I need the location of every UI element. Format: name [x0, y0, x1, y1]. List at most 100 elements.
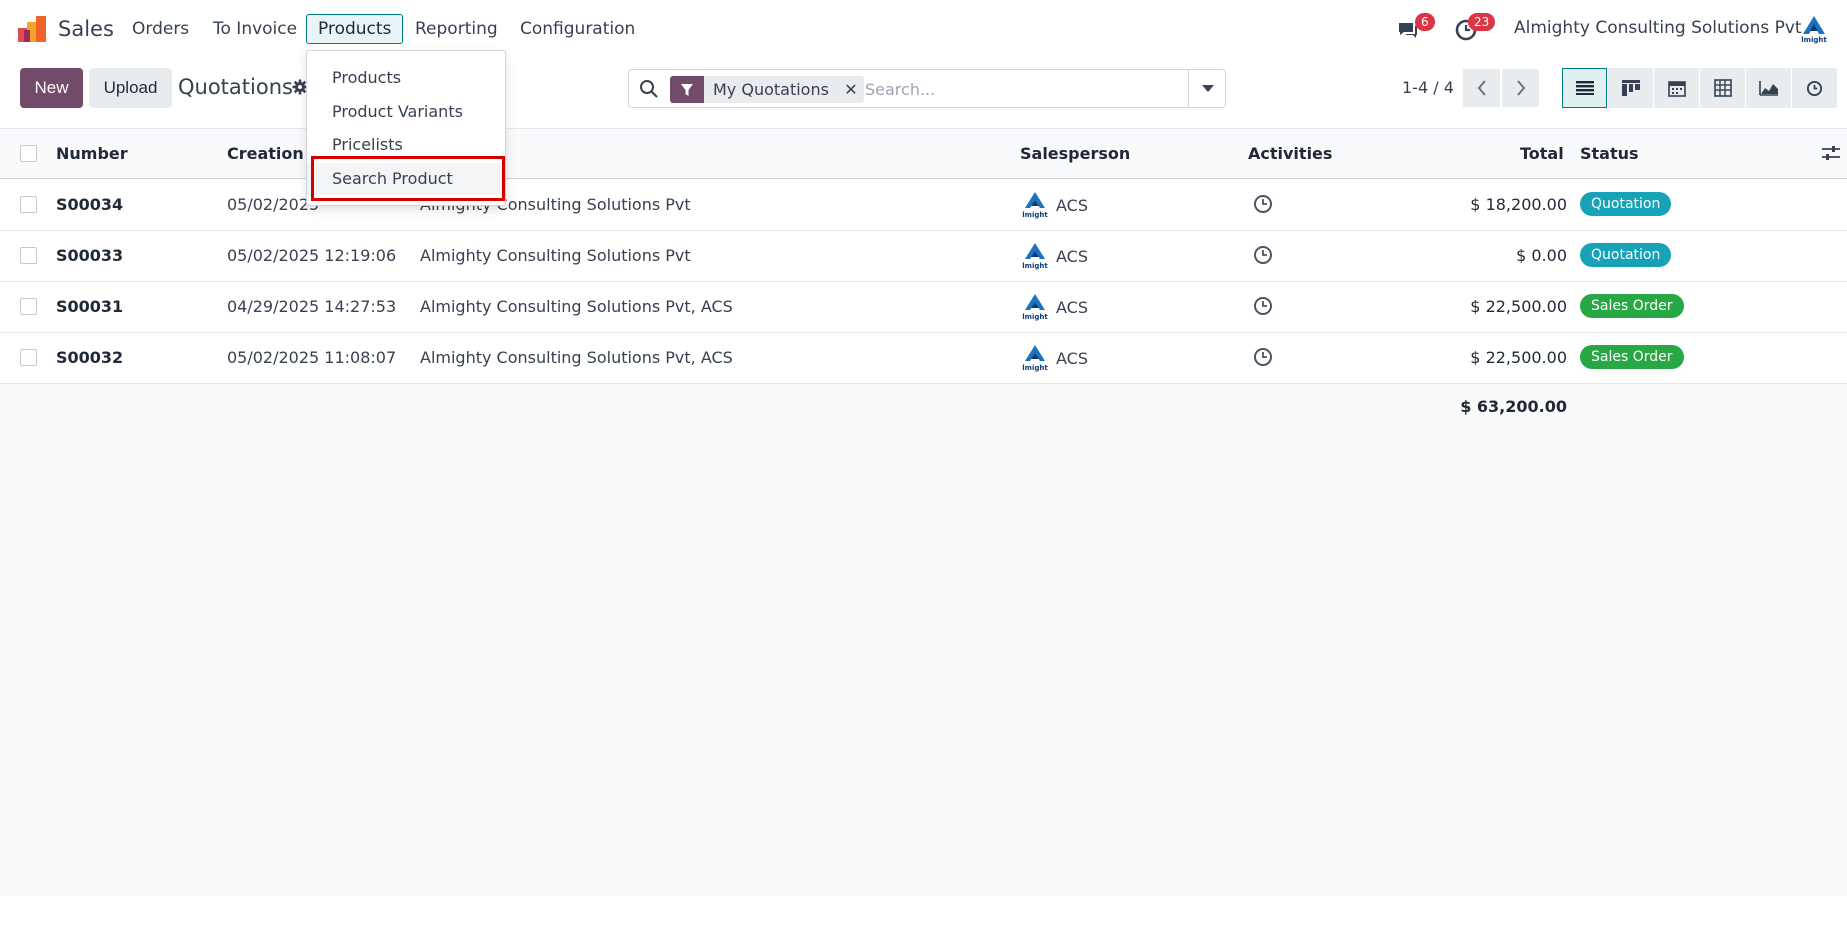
order-total: $ 0.00: [1516, 246, 1567, 265]
highlight-annotation-box: [311, 156, 505, 201]
svg-text:lmight: lmight: [1022, 262, 1048, 270]
chevron-left-icon: [1477, 80, 1486, 96]
status-badge: Sales Order: [1580, 294, 1684, 318]
facet-label: My Quotations: [713, 80, 829, 99]
salesperson-avatar: lmight: [1022, 294, 1048, 321]
clock-icon[interactable]: [1253, 194, 1273, 214]
status-badge: Quotation: [1580, 243, 1672, 267]
salesperson-name: ACS: [1056, 196, 1088, 215]
order-number: S00033: [56, 246, 124, 265]
status-badge: Quotation: [1580, 192, 1672, 216]
menu-reporting[interactable]: Reporting: [404, 14, 509, 44]
select-all-checkbox[interactable]: [20, 145, 37, 162]
close-icon[interactable]: ✕: [838, 76, 864, 103]
view-activity[interactable]: [1792, 68, 1837, 108]
menu-configuration[interactable]: Configuration: [509, 14, 646, 44]
table-row[interactable]: S00033 05/02/2025 12:19:06 Almighty Cons…: [0, 231, 1847, 282]
new-button[interactable]: New: [20, 68, 83, 108]
messages-button[interactable]: 6: [1396, 13, 1435, 44]
table-row[interactable]: S00031 04/29/2025 14:27:53 Almighty Cons…: [0, 282, 1847, 333]
svg-text:lmight: lmight: [1022, 364, 1048, 372]
view-graph[interactable]: [1746, 68, 1791, 108]
clock-icon[interactable]: [1253, 296, 1273, 316]
salesperson-avatar: lmight: [1022, 192, 1048, 219]
row-checkbox[interactable]: [20, 349, 37, 366]
order-number: S00032: [56, 348, 124, 367]
clock-icon[interactable]: [1253, 347, 1273, 367]
user-avatar-logo[interactable]: lmight: [1796, 14, 1832, 44]
list-icon: [1575, 81, 1594, 95]
salesperson-name: ACS: [1056, 247, 1088, 266]
customer-name: Almighty Consulting Solutions Pvt, ACS: [420, 297, 733, 316]
pager-value[interactable]: 1-4 / 4: [1402, 78, 1454, 97]
area-chart-icon: [1758, 81, 1778, 96]
search-facet: My Quotations ✕: [670, 76, 864, 103]
order-total: $ 22,500.00: [1470, 348, 1567, 367]
order-number: S00034: [56, 195, 124, 214]
creation-date: 04/29/2025 14:27:53: [227, 297, 397, 316]
menu-orders[interactable]: Orders: [121, 14, 200, 44]
search-bar: My Quotations ✕: [628, 69, 1226, 108]
menu-label: Reporting: [415, 19, 498, 39]
view-pivot[interactable]: [1700, 68, 1745, 108]
upload-button[interactable]: Upload: [89, 68, 172, 108]
view-kanban[interactable]: [1608, 68, 1653, 108]
menu-label: Products: [318, 19, 392, 39]
salesperson-avatar: lmight: [1022, 243, 1048, 270]
filter-icon: [670, 76, 704, 103]
customer-name: Almighty Consulting Solutions Pvt, ACS: [420, 348, 733, 367]
activities-button[interactable]: 23: [1454, 13, 1498, 44]
menu-label: Orders: [132, 19, 190, 39]
chevron-right-icon: [1516, 80, 1525, 96]
caret-down-icon: [1201, 84, 1214, 92]
calendar-icon: [1667, 81, 1686, 97]
svg-text:lmight: lmight: [1022, 313, 1048, 321]
salesperson-avatar: lmight: [1022, 345, 1048, 372]
company-switcher[interactable]: Almighty Consulting Solutions Pvt: [1514, 18, 1802, 38]
salesperson-name: ACS: [1056, 298, 1088, 317]
pager-previous[interactable]: [1463, 69, 1500, 107]
view-list[interactable]: [1562, 68, 1607, 108]
table-row[interactable]: S00034 05/02/2025 Almighty Consulting So…: [0, 180, 1847, 231]
creation-date: 05/02/2025 11:08:07: [227, 348, 397, 367]
column-salesperson[interactable]: Salesperson: [1020, 144, 1130, 163]
activities-count-badge: 23: [1468, 13, 1496, 31]
top-navbar: Sales Orders To Invoice Products Reporti…: [0, 0, 1847, 58]
optional-columns-icon[interactable]: [1822, 146, 1840, 160]
status-badge: Sales Order: [1580, 345, 1684, 369]
list-view: Number Creation D Salesperson Activities…: [0, 128, 1847, 896]
column-status[interactable]: Status: [1580, 144, 1639, 163]
grand-total: $ 63,200.00: [1460, 397, 1567, 416]
svg-text:lmight: lmight: [1801, 36, 1827, 44]
menu-to-invoice[interactable]: To Invoice: [202, 14, 308, 44]
customer-name: Almighty Consulting Solutions Pvt: [420, 246, 691, 265]
sales-app-icon[interactable]: [18, 16, 46, 42]
search-input[interactable]: [865, 77, 1185, 101]
view-calendar[interactable]: [1654, 68, 1699, 108]
column-activities[interactable]: Activities: [1248, 144, 1332, 163]
salesperson-name: ACS: [1056, 349, 1088, 368]
clock-icon: [1806, 80, 1823, 96]
order-total: $ 18,200.00: [1470, 195, 1567, 214]
table-header: Number Creation D Salesperson Activities…: [0, 129, 1847, 179]
search-options-toggle[interactable]: [1188, 69, 1226, 108]
menu-label: To Invoice: [213, 19, 298, 39]
row-checkbox[interactable]: [20, 196, 37, 213]
dropdown-item-product-variants[interactable]: Product Variants: [307, 96, 505, 128]
table-row[interactable]: S00032 05/02/2025 11:08:07 Almighty Cons…: [0, 333, 1847, 384]
menu-products[interactable]: Products: [306, 14, 404, 44]
column-number[interactable]: Number: [56, 144, 128, 163]
order-total: $ 22,500.00: [1470, 297, 1567, 316]
row-checkbox[interactable]: [20, 298, 37, 315]
clock-icon[interactable]: [1253, 245, 1273, 265]
kanban-icon: [1621, 80, 1640, 96]
pager-next[interactable]: [1502, 69, 1539, 107]
row-checkbox[interactable]: [20, 247, 37, 264]
column-total[interactable]: Total: [1520, 144, 1564, 163]
app-name[interactable]: Sales: [58, 17, 114, 41]
page-title: Quotations: [178, 75, 293, 99]
svg-text:lmight: lmight: [1022, 211, 1048, 219]
messages-count-badge: 6: [1415, 13, 1435, 31]
dropdown-item-products[interactable]: Products: [307, 62, 505, 94]
search-icon[interactable]: [639, 79, 659, 99]
